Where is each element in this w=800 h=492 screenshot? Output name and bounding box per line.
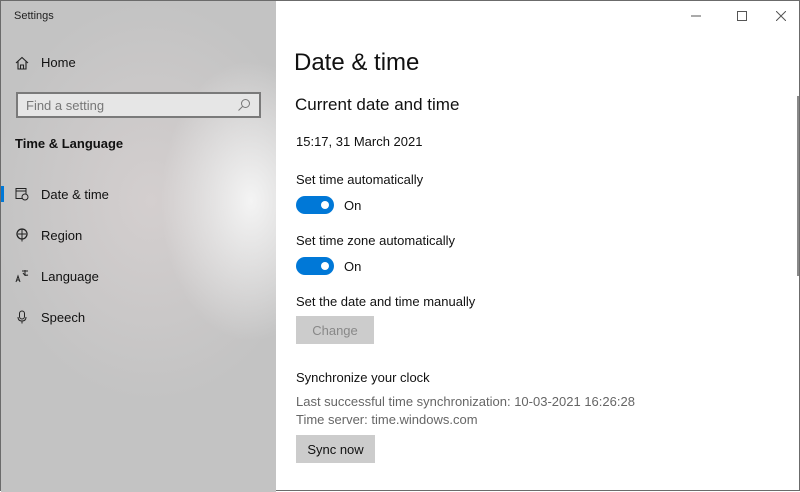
auto-time-state: On [344, 198, 362, 213]
sidebar-item-region[interactable]: Region [1, 220, 276, 250]
auto-zone-state: On [344, 259, 362, 274]
sidebar-item-label: Date & time [41, 186, 109, 202]
calendar-clock-icon [15, 188, 29, 201]
sync-heading: Synchronize your clock [296, 370, 430, 385]
page-title: Date & time [294, 49, 420, 76]
auto-time-toggle[interactable] [296, 196, 334, 214]
minimize-button[interactable] [681, 5, 711, 27]
auto-zone-toggle[interactable] [296, 257, 334, 275]
maximize-icon [737, 11, 747, 21]
last-sync: Last successful time synchronization: 10… [296, 394, 635, 409]
search-icon[interactable] [237, 98, 251, 112]
sidebar-item-date-time[interactable]: Date & time [1, 179, 276, 209]
section-title: Current date and time [295, 95, 460, 114]
globe-icon [16, 228, 28, 242]
auto-zone-label: Set time zone automatically [296, 233, 455, 248]
section-heading: Time & Language [15, 136, 124, 151]
home-label: Home [41, 55, 76, 70]
microphone-icon [17, 310, 27, 324]
sidebar-item-label: Speech [41, 309, 86, 325]
sidebar-item-label: Region [41, 227, 83, 243]
sidebar-item-label: Language [41, 268, 99, 284]
search-input[interactable]: Find a setting [16, 92, 261, 118]
change-button[interactable]: Change [296, 316, 374, 344]
minimize-icon [691, 15, 701, 17]
home-icon [15, 56, 29, 70]
sidebar: Settings Home Find a setting Time & Lang… [1, 1, 276, 492]
close-icon [776, 11, 786, 21]
sidebar-item-language[interactable]: Language [1, 261, 276, 291]
time-server: Time server: time.windows.com [296, 412, 478, 427]
sidebar-item-speech[interactable]: Speech [1, 302, 276, 332]
maximize-button[interactable] [727, 5, 757, 27]
language-icon [15, 270, 29, 283]
manual-label: Set the date and time manually [296, 294, 476, 309]
sync-now-button[interactable]: Sync now [296, 435, 375, 463]
search-placeholder: Find a setting [26, 97, 105, 113]
app-title: Settings [14, 10, 54, 22]
current-date-time: 15:17, 31 March 2021 [296, 134, 423, 149]
scrollbar[interactable] [797, 96, 799, 276]
auto-time-label: Set time automatically [296, 172, 424, 187]
close-button[interactable] [766, 5, 796, 27]
sidebar-home[interactable]: Home [15, 55, 76, 70]
